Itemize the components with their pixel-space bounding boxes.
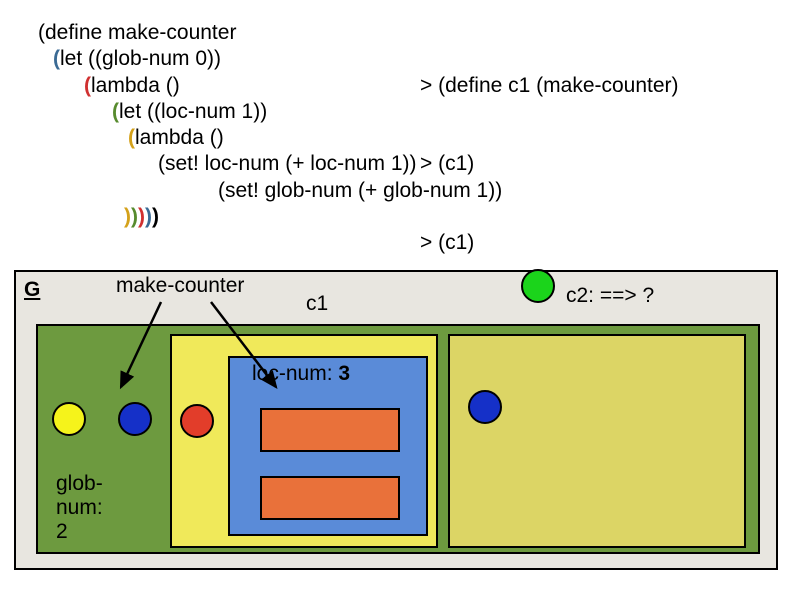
c1-label: c1 <box>306 292 328 316</box>
closure-red-icon <box>180 404 214 438</box>
closure-blue-icon <box>468 390 502 424</box>
closure-blue-icon <box>118 402 152 436</box>
paren-open-blue: ( <box>53 47 60 70</box>
global-frame: G make-counter c1 c2: ==> ? glob- num: 2… <box>14 270 778 570</box>
make-counter-label: make-counter <box>116 274 244 298</box>
repl-line: > (c1) <box>420 151 679 177</box>
repl-line: > (define c1 (make-counter) <box>420 73 679 99</box>
paren-open-red: ( <box>84 74 91 97</box>
repl-line: > (c1) <box>420 230 679 256</box>
paren-close-black: ) <box>152 205 159 228</box>
paren-close-yellow: ) <box>124 205 131 228</box>
env-frame-yellow-left: loc-num: 3 <box>170 334 438 548</box>
c2-label: c2: ==> ? <box>566 284 654 308</box>
paren-open-green: ( <box>112 100 119 123</box>
global-frame-label: G <box>24 278 40 302</box>
paren-close-blue: ) <box>145 205 152 228</box>
paren-close-green: ) <box>131 205 138 228</box>
environment-diagram: G make-counter c1 c2: ==> ? glob- num: 2… <box>14 270 778 570</box>
closure-green-icon <box>521 269 555 303</box>
closure-yellow-icon <box>52 402 86 436</box>
paren-open-yellow: ( <box>128 126 135 149</box>
paren-close-red: ) <box>138 205 145 228</box>
loc-num-binding: loc-num: 3 <box>252 362 350 386</box>
call-frame-orange <box>260 408 400 452</box>
call-frame-orange <box>260 476 400 520</box>
loc-num-value: 3 <box>338 362 350 385</box>
glob-num-binding: glob- num: 2 <box>56 472 103 544</box>
env-frame-yellow-right <box>448 334 746 548</box>
env-frame-green: glob- num: 2 loc-num: 3 <box>36 324 760 554</box>
env-frame-blue: loc-num: 3 <box>228 356 428 536</box>
